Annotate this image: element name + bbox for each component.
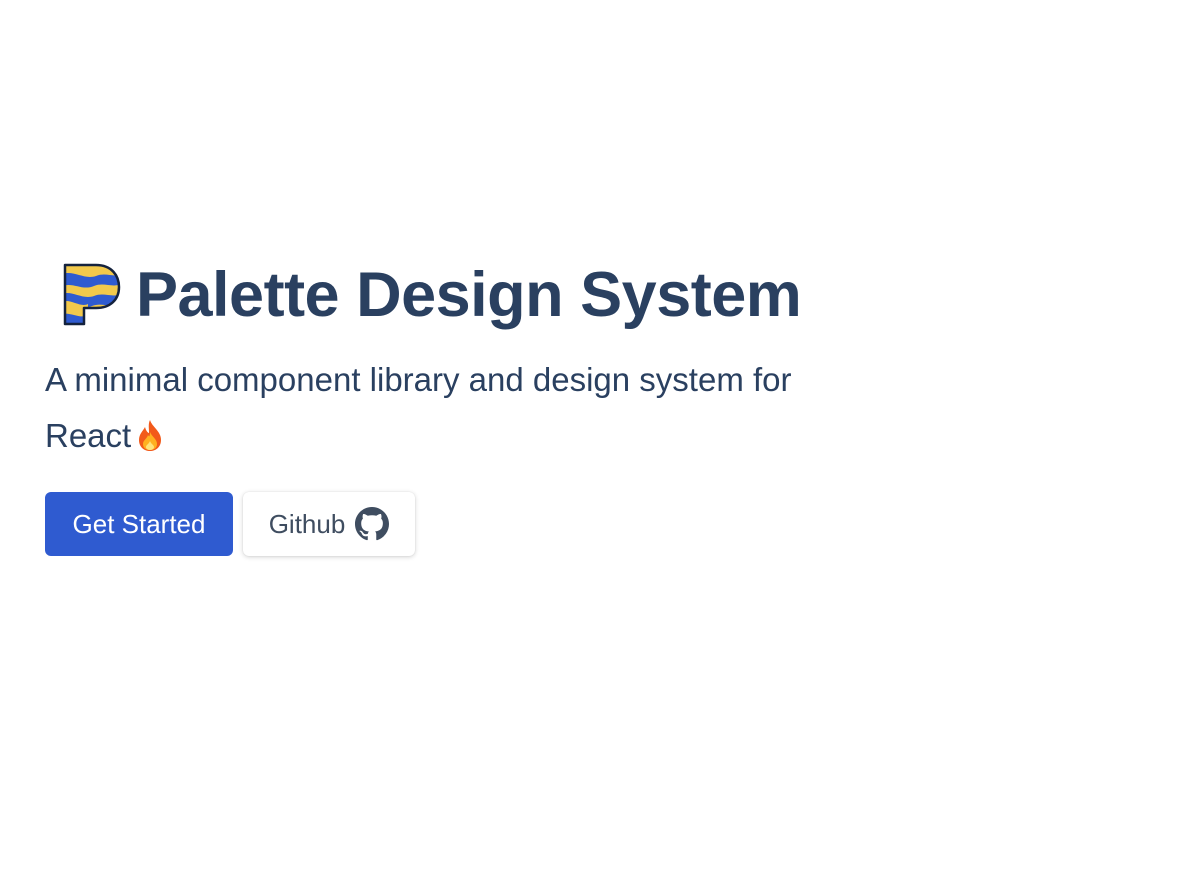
github-button[interactable]: Github (243, 492, 415, 556)
hero-section: Palette Design System A minimal componen… (45, 258, 845, 556)
github-button-label: Github (268, 508, 346, 539)
tagline: A minimal component library and design s… (45, 352, 825, 464)
hero-actions: Get Started Github (45, 492, 845, 556)
fire-icon (135, 413, 165, 451)
page-title: Palette Design System (136, 260, 802, 330)
github-icon (355, 507, 390, 541)
palette-logo-icon (62, 262, 122, 328)
get-started-button[interactable]: Get Started (45, 492, 233, 556)
title-row: Palette Design System (45, 258, 845, 332)
